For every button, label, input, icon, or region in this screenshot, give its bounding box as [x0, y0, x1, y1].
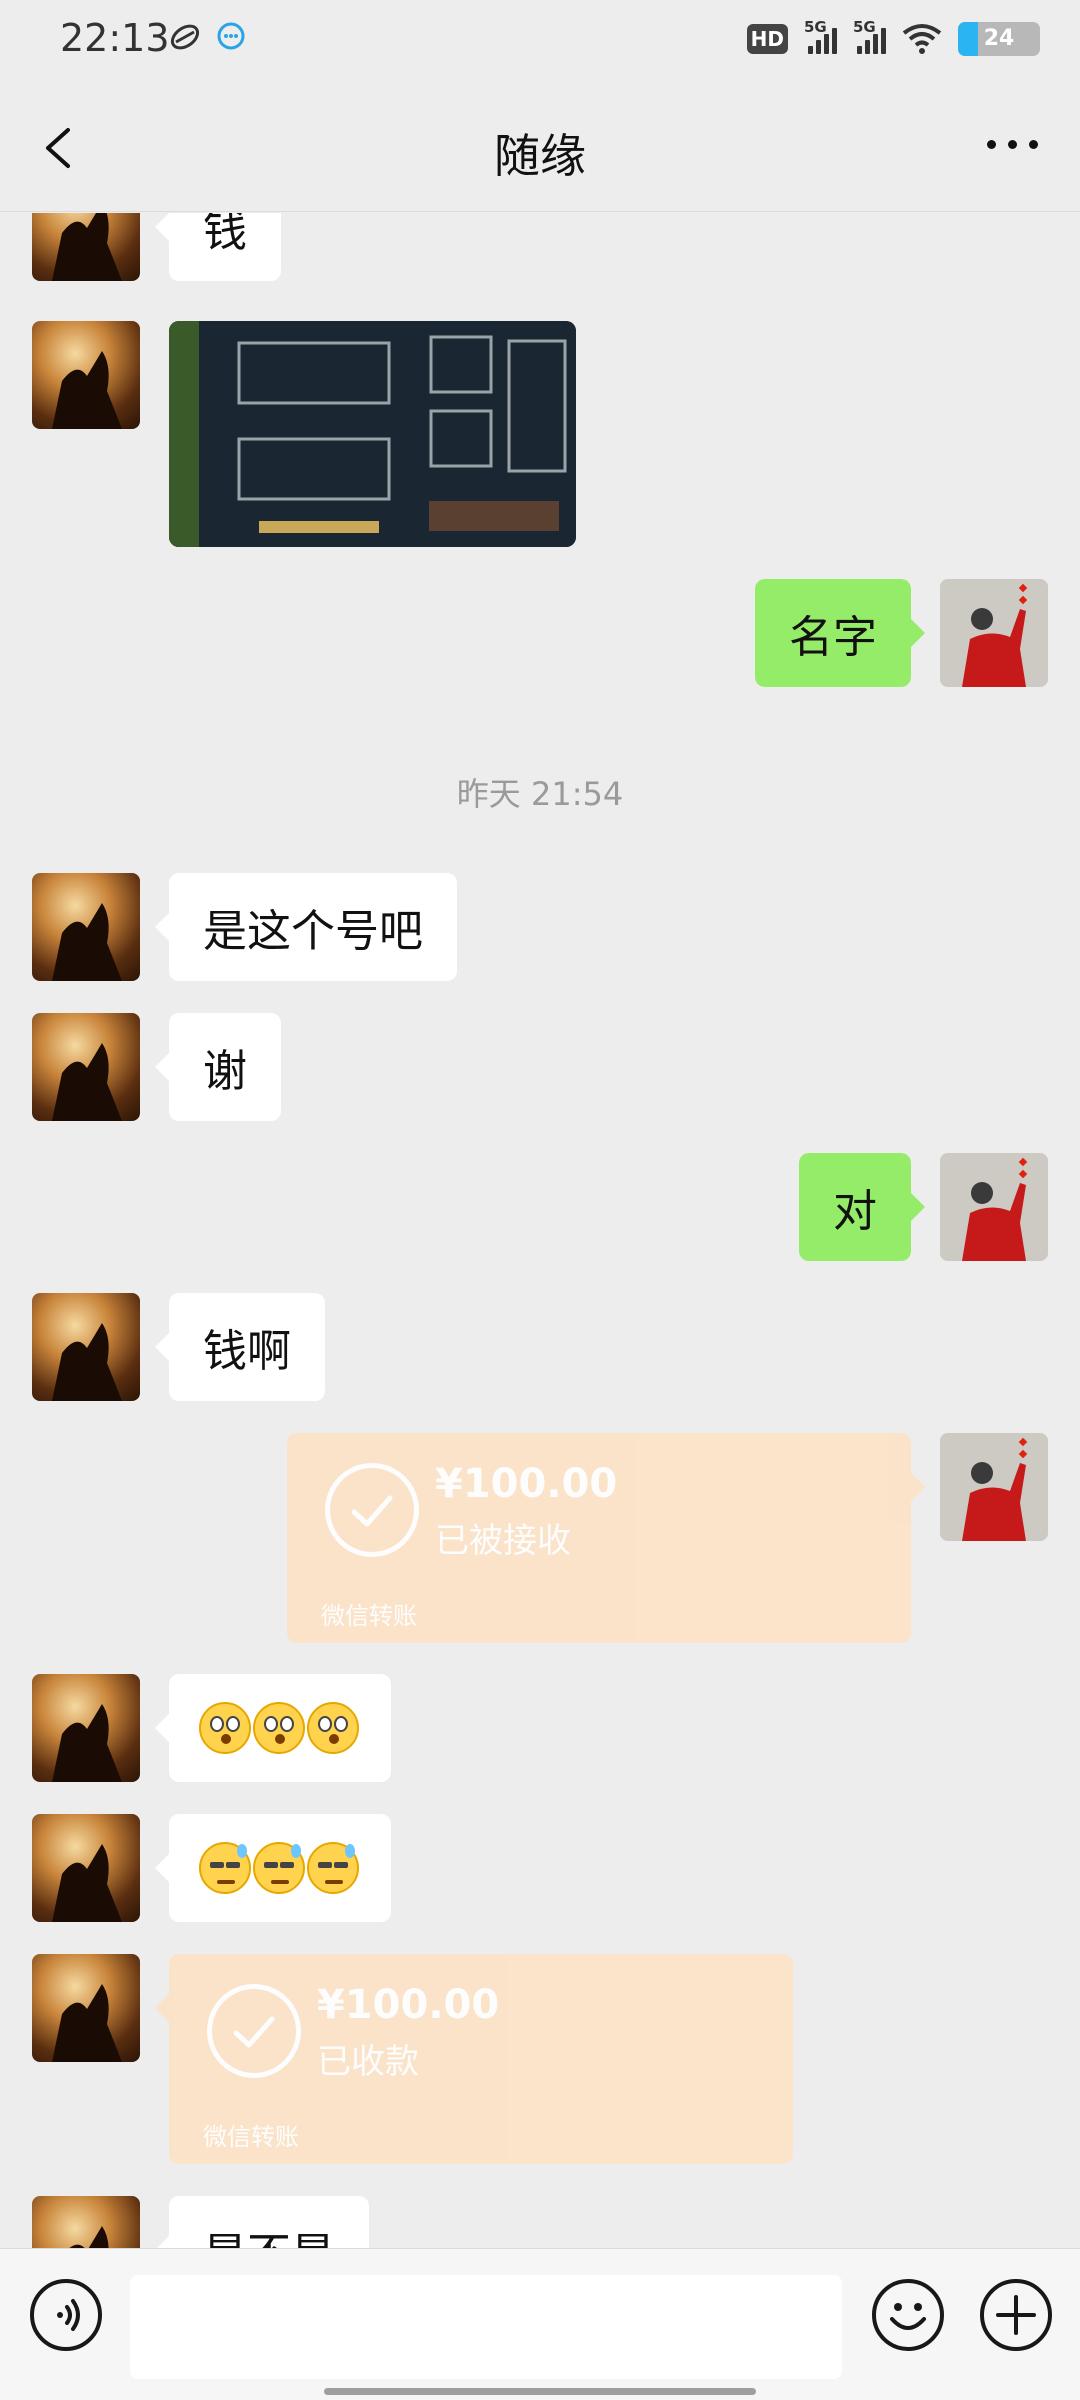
sweat-face-emoji	[199, 1842, 251, 1894]
message-list[interactable]: 钱 名字 昨天 21:54 是这个号吧 谢 对 钱啊 ¥100.00 已被接收 …	[0, 213, 1080, 2248]
contact-avatar[interactable]	[32, 321, 140, 429]
emoji-message[interactable]	[155, 1674, 391, 1782]
flushed-face-emoji	[307, 1702, 359, 1754]
message-bubble[interactable]: 是不是	[155, 2196, 369, 2248]
message-bubble[interactable]: 钱	[155, 213, 281, 281]
emoji-picker-icon[interactable]	[872, 2279, 944, 2351]
contact-avatar[interactable]	[32, 1814, 140, 1922]
contact-avatar[interactable]	[32, 1954, 140, 2062]
message-bubble[interactable]: 名字	[755, 579, 925, 687]
home-indicator[interactable]	[324, 2388, 756, 2395]
flushed-face-emoji	[199, 1702, 251, 1754]
input-bar	[0, 2248, 1080, 2400]
signal-icon-2: 5G	[853, 18, 886, 54]
my-avatar[interactable]	[940, 1433, 1048, 1541]
sweat-face-emoji	[307, 1842, 359, 1894]
contact-avatar[interactable]	[32, 213, 140, 281]
message-bubble[interactable]: 对	[799, 1153, 925, 1261]
chat-header: 随缘	[0, 82, 1080, 212]
message-bubble[interactable]: 谢	[155, 1013, 281, 1121]
sweat-face-emoji	[253, 1842, 305, 1894]
battery-indicator: 24	[958, 22, 1040, 56]
add-attachment-icon[interactable]	[980, 2279, 1052, 2351]
contact-avatar[interactable]	[32, 1293, 140, 1401]
contact-avatar[interactable]	[32, 873, 140, 981]
flushed-face-emoji	[253, 1702, 305, 1754]
status-time: 22:13	[60, 16, 170, 60]
message-input[interactable]	[130, 2275, 842, 2379]
voice-input-icon[interactable]	[30, 2279, 102, 2351]
game-screenshot-image[interactable]	[169, 321, 576, 547]
check-circle-icon	[207, 1984, 301, 2078]
chat-title: 随缘	[494, 129, 586, 183]
transfer-card[interactable]: ¥100.00 已收款 微信转账	[155, 1954, 793, 2164]
more-options-icon[interactable]	[987, 140, 1038, 149]
transfer-label: 微信转账	[203, 2123, 299, 2151]
contact-avatar[interactable]	[32, 1674, 140, 1782]
hd-voice-icon: HD	[746, 24, 788, 54]
wifi-icon	[902, 24, 942, 54]
app-notification-icon	[170, 24, 200, 50]
timestamp: 昨天 21:54	[456, 775, 624, 813]
contact-avatar[interactable]	[32, 2196, 140, 2248]
status-bar: 22:13 HD 5G 5G 24	[0, 0, 1080, 82]
message-bubble[interactable]: 钱啊	[155, 1293, 325, 1401]
transfer-status: 已被接收	[435, 1521, 571, 1561]
check-circle-icon	[325, 1463, 419, 1557]
message-bubble[interactable]: 是这个号吧	[155, 873, 457, 981]
contact-avatar[interactable]	[32, 1013, 140, 1121]
transfer-status: 已收款	[317, 2042, 419, 2082]
transfer-amount: ¥100.00	[317, 1982, 500, 2028]
chat-notification-icon	[217, 22, 245, 50]
my-avatar[interactable]	[940, 579, 1048, 687]
transfer-label: 微信转账	[321, 1602, 417, 1630]
signal-icon: 5G	[804, 18, 837, 54]
transfer-amount: ¥100.00	[435, 1461, 618, 1507]
emoji-message[interactable]	[155, 1814, 391, 1922]
my-avatar[interactable]	[940, 1153, 1048, 1261]
transfer-card[interactable]: ¥100.00 已被接收 微信转账	[287, 1433, 925, 1643]
